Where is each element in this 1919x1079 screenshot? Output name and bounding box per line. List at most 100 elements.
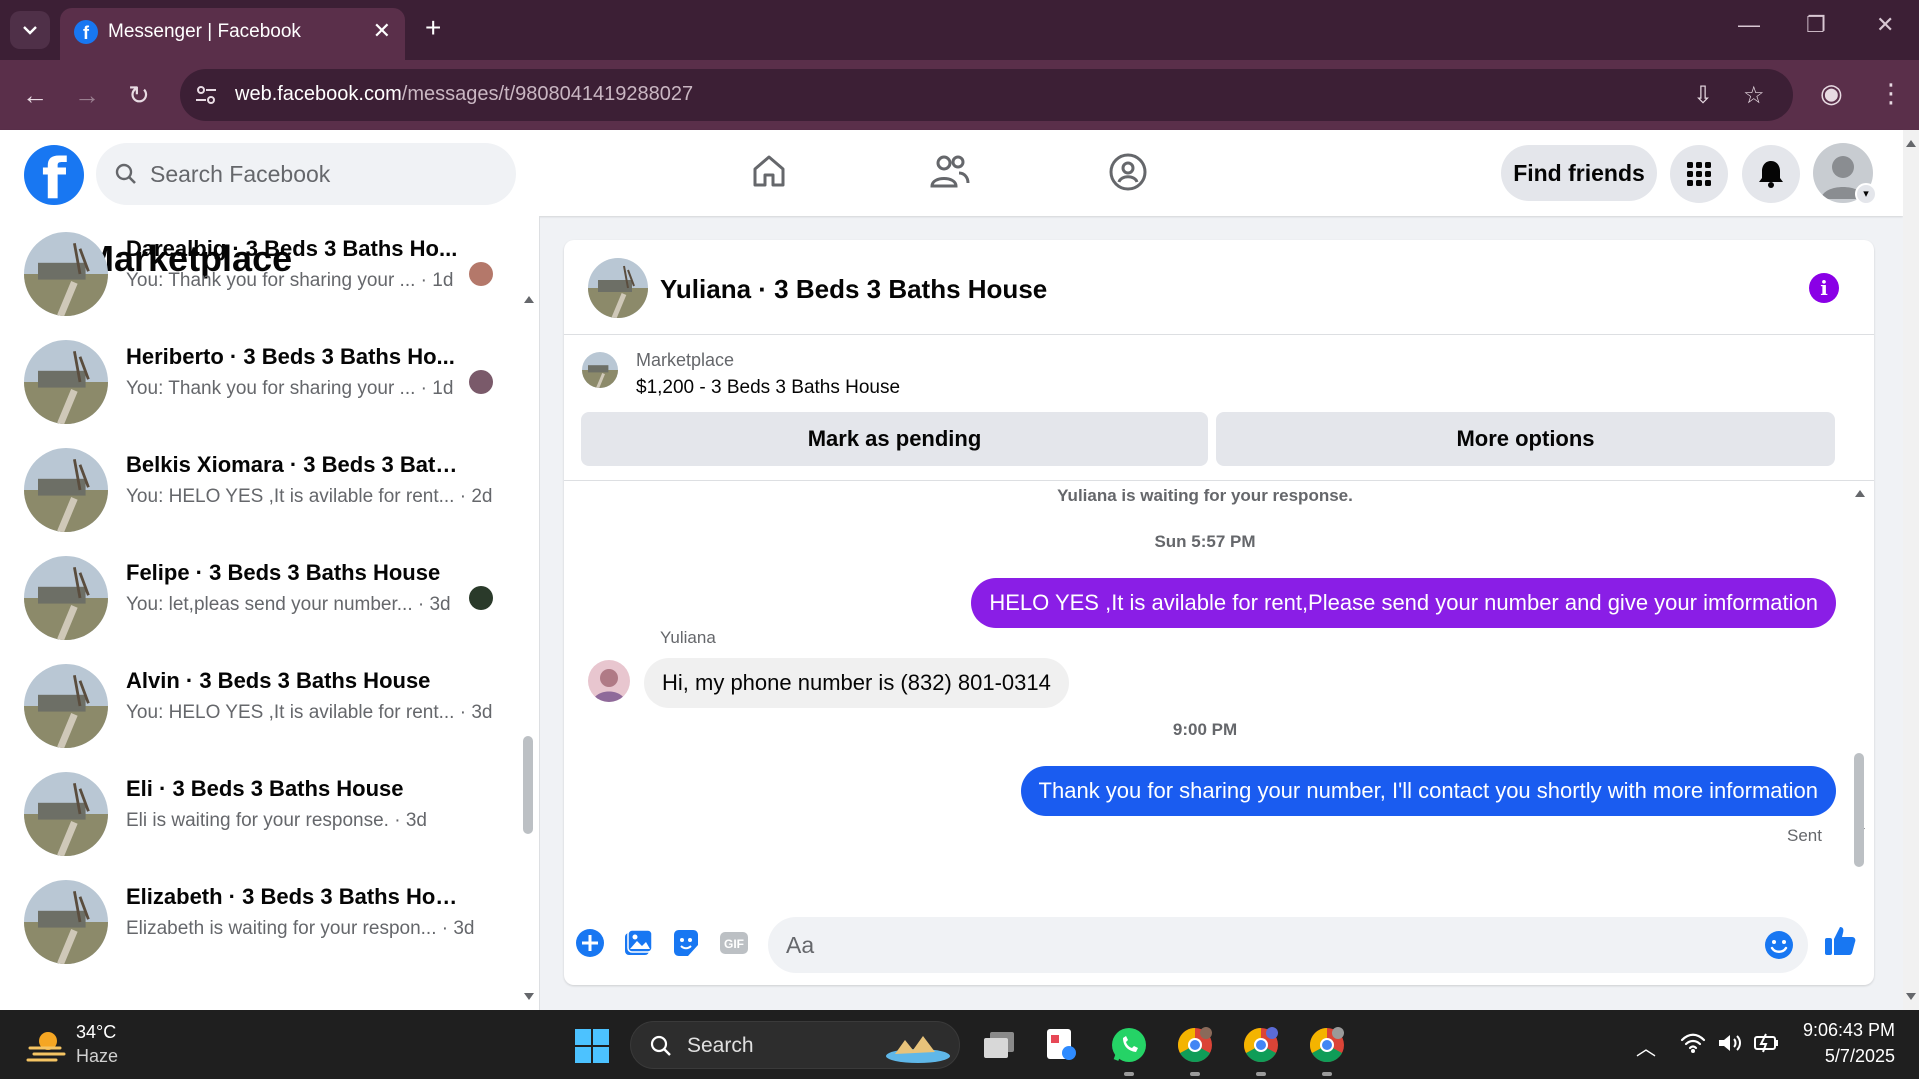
listing-thumbnail — [24, 556, 108, 640]
restore-icon[interactable]: ❐ — [1806, 12, 1826, 38]
back-arrow-icon[interactable]: ← — [22, 80, 48, 110]
tab-close-icon[interactable]: ✕ — [373, 18, 391, 44]
chat-panel: Yuliana · 3 Beds 3 Baths House i Marketp… — [564, 240, 1874, 985]
listing-category: Marketplace — [636, 350, 735, 370]
browser-tab-messenger[interactable]: f Messenger | Facebook ✕ — [60, 8, 405, 60]
page-scrollbar[interactable] — [1903, 130, 1919, 1010]
notifications-button[interactable] — [1742, 145, 1800, 203]
house-photo-icon — [588, 258, 648, 318]
conversation-info-icon[interactable]: i — [1809, 273, 1839, 303]
chrome-profile-1-icon[interactable] — [1174, 1024, 1216, 1066]
volume-icon[interactable] — [1716, 1032, 1742, 1054]
taskbar-clock-time[interactable]: 9:06:43 PM — [1795, 1020, 1895, 1041]
conversation-snippet: You: Thank you for sharing your ... · 1d — [126, 378, 454, 399]
menu-grid-button[interactable] — [1670, 145, 1728, 203]
tab-search-button[interactable] — [10, 11, 50, 49]
new-tab-button[interactable]: + — [425, 14, 441, 42]
weather-temperature[interactable]: 34°C — [76, 1022, 116, 1043]
reload-icon[interactable]: ↻ — [128, 80, 150, 110]
conversation-item[interactable]: Alvin · 3 Beds 3 Baths House You: HELO YE… — [0, 652, 520, 760]
running-indicator — [1256, 1072, 1266, 1076]
search-placeholder: Search Facebook — [150, 161, 331, 187]
listing-thumbnail — [24, 880, 108, 964]
scroll-down-arrow-icon[interactable] — [1905, 992, 1917, 1002]
timestamp-divider: Sun 5:57 PM — [1154, 532, 1256, 551]
gif-icon[interactable]: GIF — [718, 927, 750, 959]
mark-as-pending-button[interactable]: Mark as pending — [581, 412, 1208, 466]
message-thread: Yuliana is waiting for your response. Su… — [564, 482, 1874, 902]
message-input-placeholder: Aa — [786, 932, 815, 958]
conversation-item[interactable]: Felipe · 3 Beds 3 Baths House You: let,pl… — [0, 544, 520, 652]
account-menu-chevron-icon[interactable]: ▾ — [1855, 183, 1877, 205]
battery-charging-icon[interactable] — [1752, 1030, 1780, 1056]
minimize-icon[interactable]: — — [1738, 12, 1760, 38]
install-app-icon[interactable]: ⇩ — [1693, 81, 1713, 110]
chrome-profile-3-icon[interactable] — [1306, 1024, 1348, 1066]
home-icon[interactable] — [750, 152, 788, 190]
outgoing-message[interactable]: HELO YES ,It is avilable for rent,Please… — [971, 578, 1836, 628]
whatsapp-icon[interactable] — [1108, 1024, 1150, 1066]
friends-icon[interactable] — [928, 152, 970, 190]
house-photo-icon — [24, 340, 108, 424]
running-indicator — [1124, 1072, 1134, 1076]
facebook-header: f Search Facebook Find friends ▾ — [0, 130, 1903, 216]
scroll-up-arrow-icon[interactable] — [1854, 488, 1866, 498]
address-bar[interactable]: web.facebook.com/messages/t/980804141928… — [180, 69, 1793, 121]
facebook-search-input[interactable]: Search Facebook — [96, 143, 516, 205]
chat-scroll-thumb[interactable] — [1854, 753, 1864, 867]
snipping-tool-icon[interactable] — [1040, 1024, 1082, 1066]
listing-thumbnail — [24, 232, 108, 316]
tab-title: Messenger | Facebook — [108, 21, 301, 42]
running-indicator — [1190, 1072, 1200, 1076]
weather-description[interactable]: Haze — [76, 1046, 118, 1067]
bookmark-star-icon[interactable]: ☆ — [1743, 81, 1765, 110]
url-path: /messages/t/9808041419288027 — [401, 83, 694, 105]
plus-circle-icon[interactable] — [574, 927, 606, 959]
browser-menu-icon[interactable]: ⋮ — [1878, 78, 1904, 109]
emoji-icon[interactable] — [1763, 929, 1795, 961]
sticker-icon[interactable] — [670, 927, 702, 959]
forward-arrow-icon[interactable]: → — [74, 80, 100, 110]
url-text[interactable]: web.facebook.com/messages/t/980804141928… — [235, 83, 693, 106]
taskbar-clock-date[interactable]: 5/7/2025 — [1795, 1046, 1895, 1067]
taskbar-search[interactable]: Search — [630, 1021, 960, 1069]
sidebar-scrollbar[interactable] — [520, 216, 536, 1010]
conversation-item[interactable]: Belkis Xiomara · 3 Beds 3 Baths ... You: … — [0, 436, 520, 544]
window-close-icon[interactable]: ✕ — [1876, 12, 1894, 38]
running-indicator — [1322, 1072, 1332, 1076]
listing-thumbnail — [24, 340, 108, 424]
conversation-item[interactable]: Darealbig · 3 Beds 3 Baths Ho... You: Tha… — [0, 220, 520, 328]
thumbs-up-icon[interactable] — [1822, 923, 1858, 959]
groups-icon[interactable] — [1108, 152, 1148, 192]
listing-thumbnail[interactable] — [582, 352, 618, 388]
sidebar-scroll-thumb[interactable] — [523, 736, 533, 834]
conversation-name: Felipe · 3 Beds 3 Baths House — [126, 560, 441, 585]
scroll-up-arrow-icon[interactable] — [1905, 138, 1917, 148]
outgoing-message[interactable]: Thank you for sharing your number, I'll … — [1020, 766, 1836, 816]
profile-icon[interactable]: ◉ — [1820, 78, 1843, 109]
photo-icon[interactable] — [622, 927, 654, 959]
listing-avatar[interactable] — [588, 258, 648, 318]
conversation-item[interactable]: Heriberto · 3 Beds 3 Baths Ho... You: Tha… — [0, 328, 520, 436]
conversation-item[interactable]: Eli · 3 Beds 3 Baths House Eli is waiting… — [0, 760, 520, 868]
find-friends-button[interactable]: Find friends — [1501, 145, 1657, 201]
search-highlight-icon — [886, 1036, 950, 1063]
conversation-item[interactable]: Elizabeth · 3 Beds 3 Baths House Elizabet… — [0, 868, 520, 976]
browser-toolbar: ← → ↻ web.facebook.com/messages/t/980804… — [0, 60, 1919, 130]
sender-avatar[interactable] — [588, 660, 630, 702]
scroll-up-arrow-icon[interactable] — [523, 294, 535, 304]
listing-thumbnail — [24, 448, 108, 532]
chrome-profile-2-icon[interactable] — [1240, 1024, 1282, 1066]
listing-title[interactable]: $1,200 - 3 Beds 3 Baths House — [636, 377, 900, 399]
incoming-message[interactable]: Hi, my phone number is (832) 801-0314 — [644, 658, 1069, 708]
scroll-down-arrow-icon[interactable] — [523, 992, 535, 1002]
wifi-icon[interactable] — [1680, 1032, 1706, 1054]
facebook-logo[interactable]: f — [24, 145, 84, 205]
site-settings-icon[interactable] — [194, 83, 218, 107]
tray-overflow-chevron-icon[interactable]: ︿ — [1636, 1032, 1656, 1061]
windows-start-icon[interactable] — [574, 1028, 610, 1064]
haze-weather-icon[interactable] — [26, 1026, 66, 1064]
message-input[interactable]: Aa — [768, 917, 1808, 973]
task-view-icon[interactable] — [978, 1024, 1020, 1066]
more-options-button[interactable]: More options — [1216, 412, 1835, 466]
